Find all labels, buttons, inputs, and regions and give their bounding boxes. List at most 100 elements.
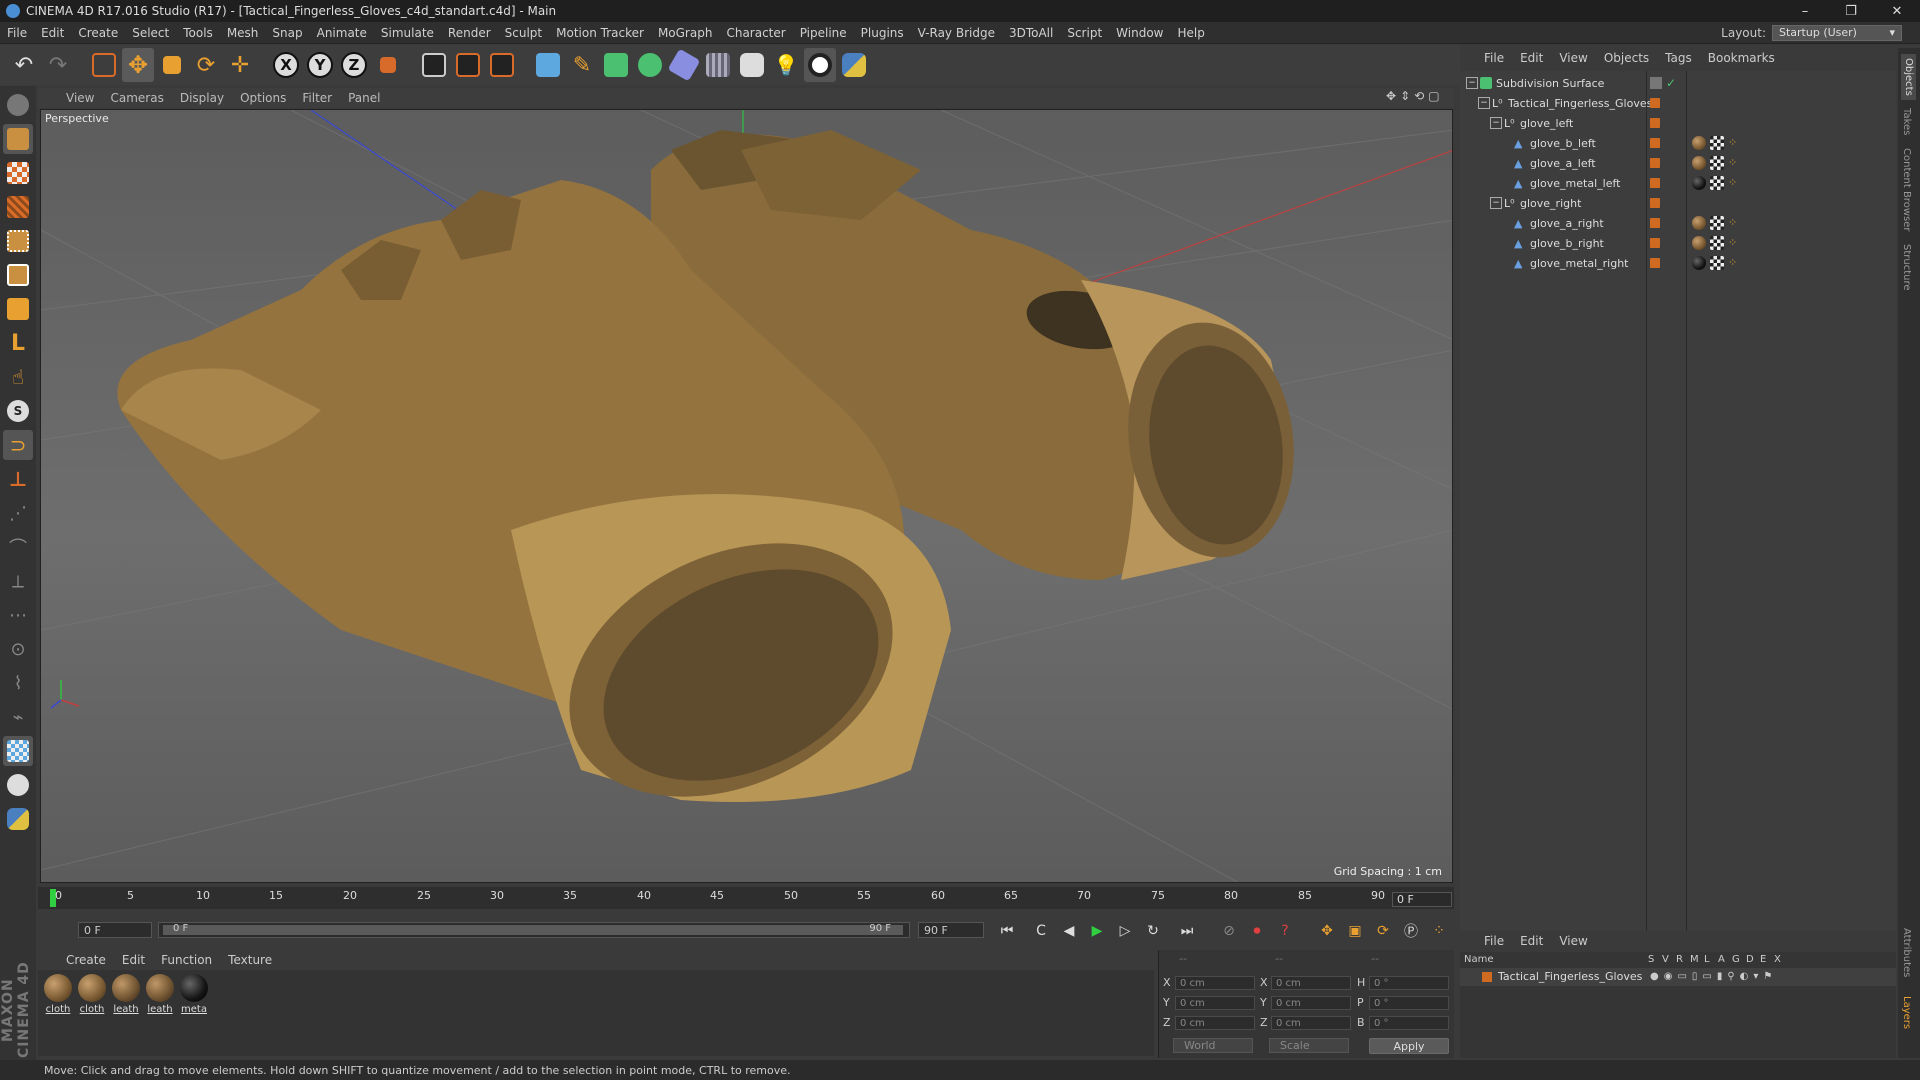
om-menu-tags[interactable]: Tags: [1665, 51, 1692, 65]
tab-content-browser[interactable]: Content Browser: [1901, 148, 1912, 231]
tab-attributes[interactable]: Attributes: [1901, 928, 1912, 977]
menu-help[interactable]: Help: [1170, 26, 1211, 40]
points-mode-button[interactable]: [3, 226, 33, 256]
menu-motion-tracker[interactable]: Motion Tracker: [549, 26, 651, 40]
floor-grid-button[interactable]: [3, 736, 33, 766]
menu-snap[interactable]: Snap: [265, 26, 309, 40]
material-tag-icon[interactable]: [1692, 256, 1706, 270]
pan-icon[interactable]: ✥: [1386, 89, 1396, 103]
array-button[interactable]: [634, 48, 666, 82]
om-menu-edit[interactable]: Edit: [1520, 51, 1543, 65]
size-y-field[interactable]: 0 cm: [1271, 996, 1351, 1010]
material-menu-edit[interactable]: Edit: [122, 953, 145, 967]
menu-mograph[interactable]: MoGraph: [651, 26, 720, 40]
object-row-glove-left[interactable]: − L⁰ glove_left: [1460, 113, 1896, 133]
polygons-mode-button[interactable]: [3, 294, 33, 324]
symmetry-button[interactable]: ⟂: [3, 566, 33, 596]
range-slider[interactable]: 0 F 90 F: [158, 922, 910, 938]
material-tag-icon[interactable]: [1692, 176, 1706, 190]
material-tag-icon[interactable]: [1692, 236, 1706, 250]
layer-flags-icons[interactable]: ●◉▭▯▭▮⚲◐▾⚑: [1650, 971, 1777, 982]
key-scale-button[interactable]: ▣: [1344, 920, 1366, 942]
material-menu-create[interactable]: Create: [66, 953, 106, 967]
paint-button[interactable]: ⌁: [3, 702, 33, 732]
next-key-button[interactable]: ↻: [1142, 920, 1164, 942]
deformer-button[interactable]: [667, 48, 701, 82]
menu-animate[interactable]: Animate: [310, 26, 374, 40]
collapse-icon[interactable]: −: [1490, 197, 1502, 209]
perspective-viewport[interactable]: Perspective Grid Spacing : 1 cm: [40, 109, 1453, 883]
render-picture-viewer-button[interactable]: [452, 48, 484, 82]
layer-row[interactable]: Tactical_Fingerless_Gloves ●◉▭▯▭▮⚲◐▾⚑: [1460, 968, 1896, 986]
object-row-tactical-fingerless-gloves[interactable]: − L⁰ Tactical_Fingerless_Gloves: [1460, 93, 1896, 113]
viewport-menu-view[interactable]: View: [66, 91, 94, 105]
collapse-icon[interactable]: −: [1466, 77, 1478, 89]
rotation-p-field[interactable]: 0 °: [1369, 996, 1449, 1010]
current-frame-field[interactable]: 0 F: [1392, 892, 1452, 907]
undo-button[interactable]: ↶: [8, 48, 40, 82]
autokey-button[interactable]: ⏺: [1246, 920, 1268, 942]
minimize-button[interactable]: –: [1782, 4, 1828, 19]
guide-button[interactable]: ⋯: [3, 600, 33, 630]
uvw-tag-icon[interactable]: [1710, 136, 1724, 150]
scale-tool-button[interactable]: [156, 48, 188, 82]
x-axis-lock-button[interactable]: X: [270, 48, 302, 82]
collapse-icon[interactable]: −: [1478, 97, 1490, 109]
dynamics-button[interactable]: [3, 770, 33, 800]
menu-pipeline[interactable]: Pipeline: [793, 26, 854, 40]
start-frame-field[interactable]: 0 F: [78, 922, 152, 938]
viewport-menu-filter[interactable]: Filter: [302, 91, 332, 105]
texture-mode-button[interactable]: [3, 158, 33, 188]
previous-key-button[interactable]: C: [1030, 920, 1052, 942]
layout-select[interactable]: Startup (User) ▾: [1772, 24, 1902, 41]
om-menu-bookmarks[interactable]: Bookmarks: [1708, 51, 1775, 65]
quantize-button[interactable]: ⋰: [3, 498, 33, 528]
tab-objects[interactable]: Objects: [1901, 54, 1916, 100]
apply-button[interactable]: Apply: [1369, 1038, 1449, 1054]
menu-create[interactable]: Create: [71, 26, 125, 40]
om-menu-objects[interactable]: Objects: [1604, 51, 1649, 65]
python-palette-button[interactable]: [3, 804, 33, 834]
dolly-icon[interactable]: ⇕: [1400, 89, 1410, 103]
material-item[interactable]: cloth: [42, 974, 74, 1015]
key-parameter-button[interactable]: Ⓟ: [1400, 920, 1422, 942]
viewport-menu-panel[interactable]: Panel: [348, 91, 380, 105]
uvw-tag-icon[interactable]: [1710, 176, 1724, 190]
menu-plugins[interactable]: Plugins: [854, 26, 911, 40]
size-mode-select[interactable]: Scale: [1269, 1038, 1349, 1053]
material-menu-function[interactable]: Function: [161, 953, 212, 967]
size-z-field[interactable]: 0 cm: [1271, 1016, 1351, 1030]
selection-tag-icon[interactable]: ⁘: [1728, 156, 1742, 170]
key-pla-button[interactable]: ⁘: [1428, 920, 1450, 942]
rotation-b-field[interactable]: 0 °: [1369, 1016, 1449, 1030]
tab-structure[interactable]: Structure: [1901, 244, 1912, 291]
layer-color-swatch[interactable]: [1650, 158, 1660, 168]
position-x-field[interactable]: 0 cm: [1175, 976, 1255, 990]
record-keys-button[interactable]: ⊘: [1218, 920, 1240, 942]
live-selection-button[interactable]: [88, 48, 120, 82]
object-row-glove-right[interactable]: − L⁰ glove_right: [1460, 193, 1896, 213]
menu-file[interactable]: File: [0, 26, 34, 40]
uvw-tag-icon[interactable]: [1710, 216, 1724, 230]
selection-tag-icon[interactable]: ⁘: [1728, 176, 1742, 190]
viewport-menu-cameras[interactable]: Cameras: [110, 91, 163, 105]
layer-color-swatch[interactable]: [1650, 238, 1660, 248]
vray-button[interactable]: [804, 48, 836, 82]
orbit-icon[interactable]: ⟲: [1414, 89, 1424, 103]
key-rotation-button[interactable]: ⟳: [1372, 920, 1394, 942]
object-row-glove-metal-left[interactable]: ▲ glove_metal_left ⁘: [1460, 173, 1896, 193]
python-button[interactable]: [838, 48, 870, 82]
layer-color-swatch[interactable]: [1650, 118, 1660, 128]
menu-sculpt[interactable]: Sculpt: [498, 26, 549, 40]
material-tag-icon[interactable]: [1692, 156, 1706, 170]
size-x-field[interactable]: 0 cm: [1271, 976, 1351, 990]
menu-3dtoall[interactable]: 3DToAll: [1002, 26, 1060, 40]
uvw-tag-icon[interactable]: [1710, 256, 1724, 270]
om-menu-view[interactable]: View: [1559, 51, 1587, 65]
object-row-glove-b-right[interactable]: ▲ glove_b_right ⁘: [1460, 233, 1896, 253]
layer-color-swatch[interactable]: [1650, 258, 1660, 268]
menu-script[interactable]: Script: [1060, 26, 1109, 40]
layer-color-swatch[interactable]: [1650, 198, 1660, 208]
position-z-field[interactable]: 0 cm: [1175, 1016, 1255, 1030]
rotation-h-field[interactable]: 0 °: [1369, 976, 1449, 990]
